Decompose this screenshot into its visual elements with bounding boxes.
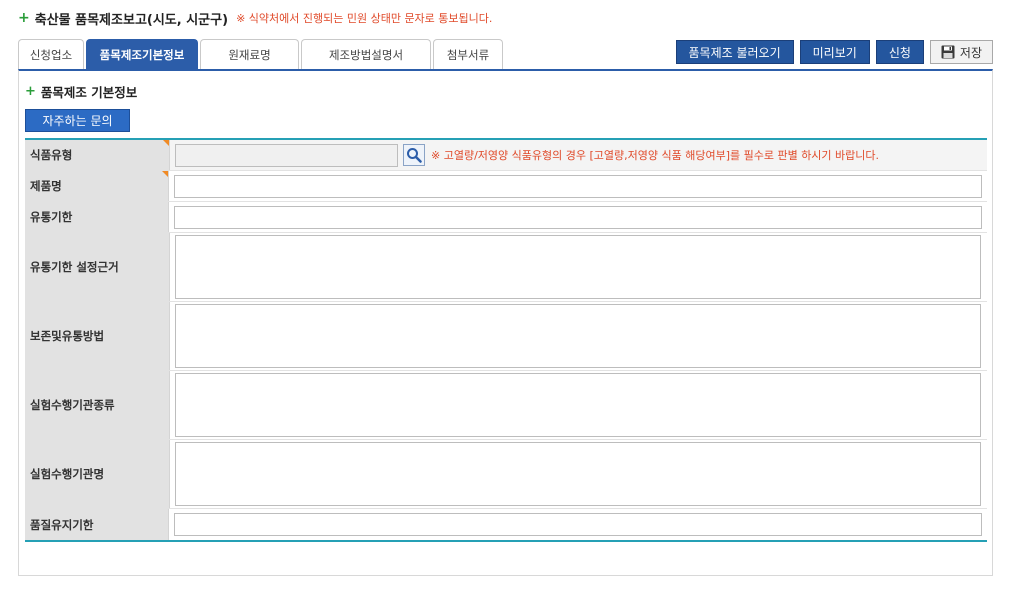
- preview-button[interactable]: 미리보기: [799, 40, 870, 64]
- action-bar: 품목제조 불러오기 미리보기 신청 저장: [675, 40, 993, 64]
- storage-method-textarea[interactable]: [175, 304, 981, 368]
- page-header: + 축산물 품목제조보고(시도, 시군구) ※ 식약처에서 진행되는 민원 상태…: [18, 8, 492, 28]
- form-row-storage-method: 보존및유통방법: [25, 302, 987, 371]
- shelf-life-label: 유통기한: [25, 202, 169, 232]
- food-type-cell: ※ 고열량/저영양 식품유형의 경우 [고열량,저영양 식품 해당여부]를 필수…: [170, 140, 987, 170]
- section-title: 품목제조 기본정보: [40, 85, 138, 100]
- storage-method-cell: [170, 302, 987, 370]
- save-button[interactable]: 저장: [929, 40, 993, 64]
- form-row-product-name: 제품명: [25, 171, 987, 202]
- tab-attachments[interactable]: 첨부서류: [433, 39, 503, 70]
- form-row-shelf-life-basis: 유통기한 설정근거: [25, 233, 987, 302]
- floppy-disk-icon: [941, 45, 955, 59]
- food-type-label: 식품유형: [25, 140, 170, 170]
- faq-button[interactable]: 자주하는 문의: [25, 109, 130, 132]
- plus-icon: +: [25, 84, 36, 99]
- page-title: 축산물 품목제조보고(시도, 시군구): [34, 12, 229, 28]
- test-agency-name-label: 실험수행기관명: [25, 440, 170, 508]
- sms-notice: ※ 식약처에서 진행되는 민원 상태만 문자로 통보됩니다.: [236, 12, 493, 25]
- food-type-search-button[interactable]: [403, 144, 425, 166]
- shelf-life-input[interactable]: [174, 205, 982, 229]
- basic-info-form: 식품유형 ※ 고열량/저영양 식품유형의 경우 [고열량,저영양 식품 해당여부…: [25, 138, 987, 542]
- apply-button[interactable]: 신청: [875, 40, 924, 64]
- product-name-input[interactable]: [174, 174, 982, 198]
- shelf-life-basis-textarea[interactable]: [175, 235, 981, 299]
- section-heading: + 품목제조 기본정보: [25, 82, 137, 101]
- food-type-hint: ※ 고열량/저영양 식품유형의 경우 [고열량,저영양 식품 해당여부]를 필수…: [431, 149, 880, 162]
- test-agency-name-textarea[interactable]: [175, 442, 981, 506]
- save-label: 저장: [959, 45, 982, 60]
- form-row-quality-period: 품질유지기한: [25, 509, 987, 540]
- quality-period-input[interactable]: [174, 513, 982, 536]
- plus-icon: +: [18, 10, 30, 26]
- shelf-life-basis-label: 유통기한 설정근거: [25, 233, 170, 301]
- tab-manufacturing-method[interactable]: 제조방법설명서: [301, 39, 431, 70]
- magnifier-icon: [407, 148, 422, 163]
- storage-method-label: 보존및유통방법: [25, 302, 170, 370]
- food-type-input[interactable]: [175, 143, 398, 167]
- quality-period-label: 품질유지기한: [25, 509, 169, 540]
- product-name-cell: [169, 171, 987, 201]
- content-panel: + 품목제조 기본정보 자주하는 문의 식품유형 ※ 고열량/저영양 식품유형의…: [18, 69, 993, 576]
- form-row-test-agency-type: 실험수행기관종류: [25, 371, 987, 440]
- tab-basic-info[interactable]: 품목제조기본정보: [86, 39, 198, 70]
- test-agency-name-cell: [170, 440, 987, 508]
- load-button[interactable]: 품목제조 불러오기: [675, 40, 794, 64]
- form-row-food-type: 식품유형 ※ 고열량/저영양 식품유형의 경우 [고열량,저영양 식품 해당여부…: [25, 140, 987, 171]
- test-agency-type-cell: [170, 371, 987, 439]
- test-agency-type-label: 실험수행기관종류: [25, 371, 170, 439]
- form-row-shelf-life: 유통기한: [25, 202, 987, 233]
- tab-raw-materials[interactable]: 원재료명: [200, 39, 299, 70]
- shelf-life-basis-cell: [170, 233, 987, 301]
- form-row-test-agency-name: 실험수행기관명: [25, 440, 987, 509]
- product-name-label: 제품명: [25, 171, 169, 201]
- quality-period-cell: [169, 509, 987, 540]
- tab-bar: 신청업소 품목제조기본정보 원재료명 제조방법설명서 첨부서류: [18, 39, 505, 70]
- test-agency-type-textarea[interactable]: [175, 373, 981, 437]
- tab-applicant[interactable]: 신청업소: [18, 39, 84, 70]
- shelf-life-cell: [169, 202, 987, 232]
